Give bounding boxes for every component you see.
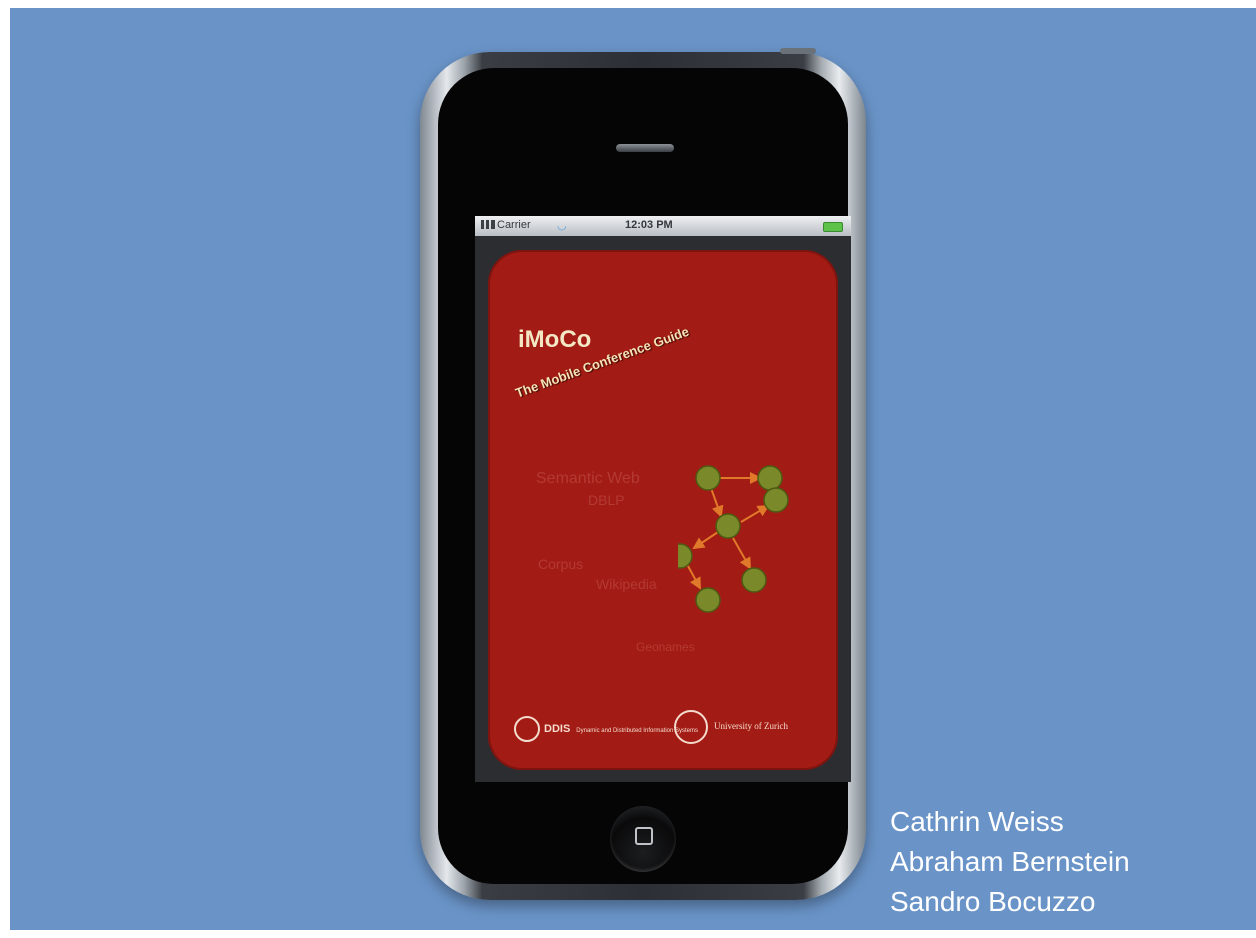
status-time: 12:03 PM <box>625 219 673 231</box>
splash-card: iMoCo The Mobile Conference Guide Semant… <box>488 250 838 770</box>
credit-line: Sandro Bocuzzo <box>890 886 1096 917</box>
keyword-semantic-web: Semantic Web <box>536 470 640 487</box>
status-bar: Carrier ◡ 12:03 PM <box>475 216 851 236</box>
sleep-button[interactable] <box>780 48 816 54</box>
app-title: iMoCo <box>518 326 592 353</box>
wifi-icon: ◡ <box>557 220 567 232</box>
university-name: University of Zurich <box>714 721 788 732</box>
earpiece-speaker <box>616 144 674 152</box>
keyword-dblp: DBLP <box>588 492 625 508</box>
university-seal-icon <box>674 710 708 744</box>
keyword-wikipedia: Wikipedia <box>596 576 657 592</box>
battery-icon <box>823 222 843 232</box>
credit-line: Cathrin Weiss <box>890 806 1064 837</box>
ddis-logo-icon <box>514 716 540 742</box>
phone-face: Carrier ◡ 12:03 PM iMoCo The Mobile Conf… <box>438 68 851 884</box>
stage: Carrier ◡ 12:03 PM iMoCo The Mobile Conf… <box>0 0 1256 938</box>
ddis-logo: DDIS Dynamic and Distributed Information … <box>514 716 698 742</box>
ddis-logo-text: DDIS <box>544 722 571 735</box>
carrier-label: Carrier <box>481 219 531 231</box>
keyword-corpus: Corpus <box>538 556 584 572</box>
phone-screen[interactable]: Carrier ◡ 12:03 PM iMoCo The Mobile Conf… <box>475 216 851 782</box>
author-credits: Cathrin Weiss Abraham Bernstein Sandro B… <box>890 802 1130 922</box>
home-button[interactable] <box>610 806 676 872</box>
iphone-device: Carrier ◡ 12:03 PM iMoCo The Mobile Conf… <box>420 48 866 900</box>
home-button-icon <box>635 827 653 845</box>
graph-network-icon <box>678 465 789 613</box>
university-logo: University of Zurich <box>674 710 788 744</box>
keyword-geonames: Geonames <box>636 640 695 654</box>
signal-icon <box>481 220 495 229</box>
credit-line: Abraham Bernstein <box>890 846 1130 877</box>
carrier-text: Carrier <box>497 219 531 231</box>
